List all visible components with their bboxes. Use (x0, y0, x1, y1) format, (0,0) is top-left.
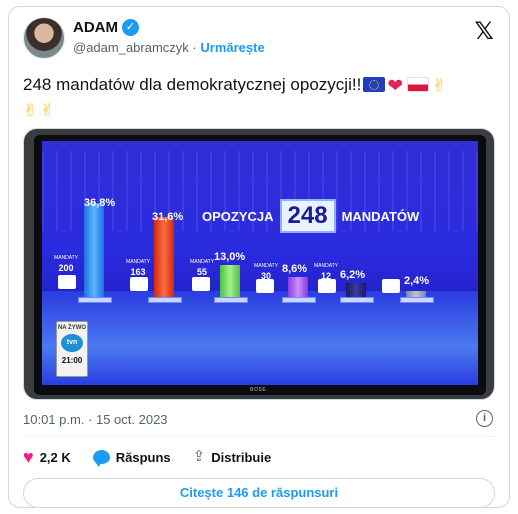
mandates-caption: MANDATY (314, 263, 339, 269)
studio-floor (42, 291, 478, 385)
tweet-timestamp[interactable]: 10:01 p.m. · 15 oct. 2023 (23, 412, 168, 427)
info-icon[interactable]: i (476, 410, 493, 427)
tvn-live-badge: NA ŻYWO tvn 21:00 (56, 321, 88, 377)
author-name[interactable]: ADAM (73, 19, 118, 36)
mandates-value: 200 (58, 263, 74, 273)
bar-mandates: MANDATY 200 (54, 253, 78, 273)
banner-suffix: MANDATÓW (341, 208, 420, 224)
bar-percentage: 13,0% (214, 251, 246, 263)
tweet-card: ADAM ✓ @adam_abramczyk · Urmărește 𝕏 248… (8, 6, 510, 508)
author-avatar[interactable] (23, 17, 65, 59)
bar-base (400, 297, 434, 303)
tweet-photo[interactable]: OPOZYCJA 248 MANDATÓW 36,8% MANDATY 200 3… (23, 128, 495, 400)
broadcast-time: 21:00 (61, 356, 83, 365)
share-button[interactable]: ⇪ Distribuie (192, 448, 272, 465)
live-label: NA ŻYWO (57, 325, 87, 331)
party-logo (382, 279, 400, 293)
mandates-caption: MANDATY (126, 259, 151, 265)
result-bar (154, 217, 174, 299)
bar-mandates: MANDATY 163 (126, 257, 150, 277)
bar-base (148, 297, 182, 303)
verified-badge-icon: ✓ (122, 19, 139, 36)
share-icon: ⇪ (192, 448, 206, 465)
result-bar (84, 203, 104, 299)
tvn-logo-icon: tvn (61, 334, 83, 352)
tv-screen: OPOZYCJA 248 MANDATÓW 36,8% MANDATY 200 3… (42, 141, 478, 385)
bar-base (340, 297, 374, 303)
like-count: 2,2 K (39, 449, 71, 465)
party-logo (318, 279, 336, 293)
bar-mandates: MANDATY 55 (190, 257, 214, 277)
bar-percentage: 2,4% (404, 275, 430, 287)
eu-flag-icon (363, 77, 386, 92)
separator-dot: · (192, 40, 197, 55)
bar-percentage: 6,2% (340, 269, 366, 281)
victory-hand-icon: ✌ (432, 76, 447, 95)
bar-mandates: MANDATY 30 (254, 261, 278, 281)
red-heart-icon: ❤ (387, 76, 404, 97)
bar-base (214, 297, 248, 303)
tweet-actions: ♥ 2,2 K Răspuns ⇪ Distribuie (23, 447, 293, 467)
mandates-value: 55 (196, 267, 207, 277)
banner-number: 248 (279, 199, 336, 233)
author-handle[interactable]: @adam_abramczyk (73, 40, 189, 55)
author-handle-row: @adam_abramczyk · Urmărește (73, 40, 265, 55)
bar-base (78, 297, 112, 303)
author-name-row: ADAM ✓ (73, 19, 139, 36)
share-label: Distribuie (211, 449, 272, 465)
bar-percentage: 36,8% (84, 197, 116, 209)
heart-icon: ♥ (23, 447, 34, 467)
result-bar (220, 265, 240, 299)
party-logo (58, 275, 76, 289)
read-replies-button[interactable]: Citește 146 de răspunsuri (23, 478, 495, 508)
divider (23, 436, 495, 437)
mandates-caption: MANDATY (54, 255, 79, 261)
x-logo-icon[interactable]: 𝕏 (473, 20, 495, 44)
bar-percentage: 8,6% (282, 263, 308, 275)
mandates-value: 163 (130, 267, 146, 277)
result-bar (288, 277, 308, 299)
tv-brand-logo: BOSE (250, 387, 267, 393)
tv-frame: OPOZYCJA 248 MANDATÓW 36,8% MANDATY 200 3… (34, 135, 486, 395)
party-logo (192, 277, 210, 291)
follow-button[interactable]: Urmărește (200, 40, 264, 55)
victory-hand-icon: ✌ (23, 101, 38, 120)
reply-bubble-icon (92, 450, 110, 467)
bar-mandates: MANDATY 12 (314, 261, 338, 281)
reply-button[interactable]: Răspuns (92, 449, 171, 467)
mandates-caption: MANDATY (254, 263, 279, 269)
bar-base (282, 297, 316, 303)
mandates-caption: MANDATY (190, 259, 215, 265)
poland-flag-icon (407, 77, 430, 92)
opposition-banner: OPOZYCJA 248 MANDATÓW (202, 199, 419, 233)
reply-label: Răspuns (115, 449, 171, 465)
party-logo (130, 277, 148, 291)
like-button[interactable]: ♥ 2,2 K (23, 447, 71, 467)
tweet-header: ADAM ✓ @adam_abramczyk · Urmărește 𝕏 (23, 17, 495, 63)
tweet-text-body: 248 mandatów dla demokratycznej opozycji… (23, 75, 362, 94)
bar-percentage: 31,6% (152, 211, 184, 223)
tweet-text: 248 mandatów dla demokratycznej opozycji… (23, 73, 493, 122)
banner-label: OPOZYCJA (202, 208, 274, 224)
party-logo (256, 279, 274, 293)
victory-hand-icon: ✌ (40, 101, 55, 120)
